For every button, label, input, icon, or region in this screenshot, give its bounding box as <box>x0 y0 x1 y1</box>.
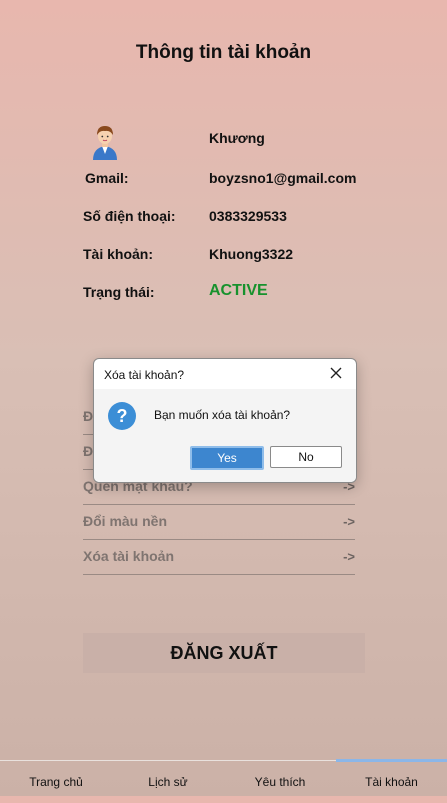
menu-item-arrow: -> <box>343 549 355 564</box>
bottom-nav: Trang chủ Lịch sử Yêu thích Tài khoản <box>0 759 447 797</box>
phone-value: 0383329533 <box>209 208 287 224</box>
question-icon: ? <box>108 402 136 430</box>
close-icon[interactable] <box>328 365 344 381</box>
gmail-value: boyzsno1@gmail.com <box>209 170 357 186</box>
no-button[interactable]: No <box>270 446 342 468</box>
yes-button[interactable]: Yes <box>190 446 264 470</box>
confirm-dialog: Xóa tài khoản? ? Bạn muốn xóa tài khoản?… <box>93 358 357 483</box>
account-value: Khuong3322 <box>209 246 294 262</box>
dialog-message: Bạn muốn xóa tài khoản? <box>154 408 291 422</box>
dialog-body: ? Bạn muốn xóa tài khoản? Yes No <box>94 389 356 482</box>
dialog-title: Xóa tài khoản? <box>104 368 185 382</box>
tab-home[interactable]: Trang chủ <box>0 761 112 797</box>
status-label: Trạng thái: <box>83 284 155 300</box>
gmail-label: Gmail: <box>85 170 129 186</box>
tab-history[interactable]: Lịch sử <box>112 761 224 797</box>
avatar <box>93 126 117 160</box>
menu-item-change-background[interactable]: Đổi màu nền -> <box>83 505 355 540</box>
menu-item-label: Đ <box>83 443 94 459</box>
status-value: ACTIVE <box>209 282 268 299</box>
profile-name: Khương <box>209 130 265 146</box>
logout-button[interactable]: ĐĂNG XUẤT <box>83 633 365 673</box>
page-title: Thông tin tài khoản <box>135 42 312 63</box>
phone-label: Số điện thoại: <box>83 208 176 224</box>
menu-item-label: Xóa tài khoản <box>83 548 175 564</box>
menu-item-label: Đ <box>83 408 94 424</box>
menu-item-arrow: -> <box>343 514 355 529</box>
account-label: Tài khoản: <box>83 246 154 262</box>
menu-item-delete-account[interactable]: Xóa tài khoản -> <box>83 540 355 575</box>
tab-favorites[interactable]: Yêu thích <box>224 761 336 797</box>
tab-account[interactable]: Tài khoản <box>336 761 447 797</box>
tab-active-indicator <box>336 759 447 762</box>
menu-item-label: Đổi màu nền <box>83 513 168 529</box>
